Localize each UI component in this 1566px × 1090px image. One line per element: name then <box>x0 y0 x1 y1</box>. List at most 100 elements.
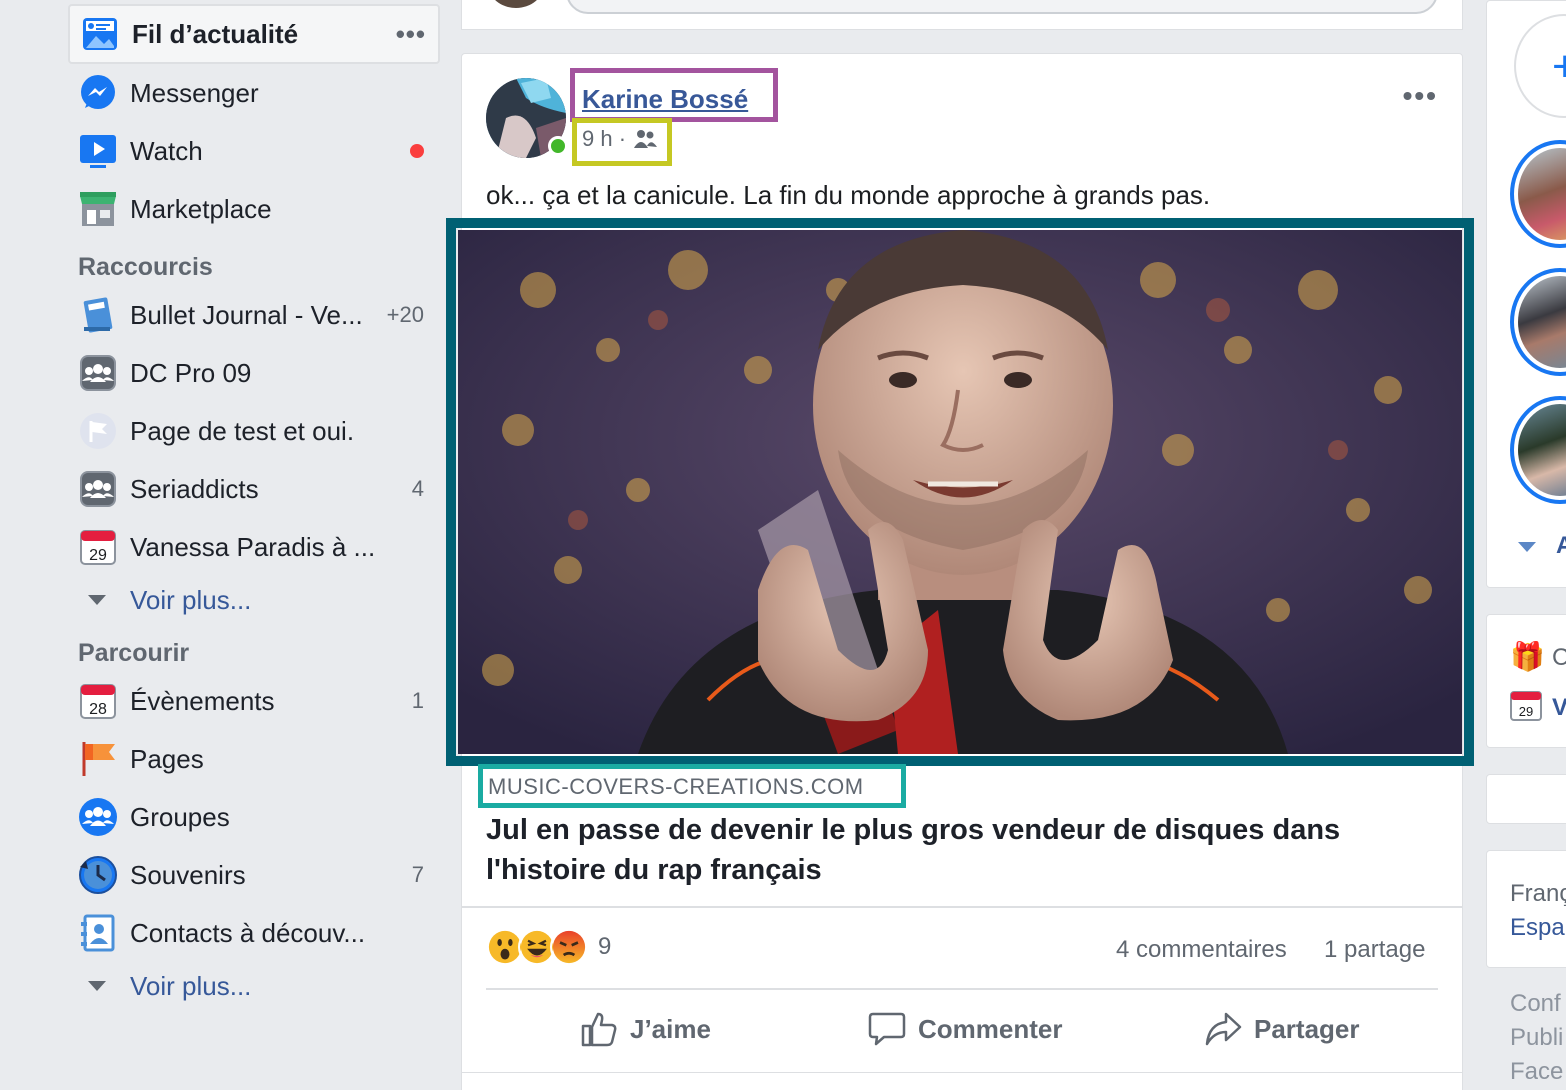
calendar-day: 29 <box>89 547 107 564</box>
gift-icon: 🎁 <box>1510 641 1545 672</box>
left-sidebar: Fil d’actualité ••• Messenger Watch Mark… <box>68 0 440 1010</box>
sidebar-item-shortcut[interactable]: 29 Vanessa Paradis à ... <box>68 518 440 576</box>
online-status-dot <box>548 136 568 156</box>
watch-icon <box>78 131 118 171</box>
sidebar-item-messenger[interactable]: Messenger <box>68 64 440 122</box>
groups-icon <box>78 797 118 837</box>
post-composer <box>461 0 1463 30</box>
sidebar-item-shortcut[interactable]: Page de test et oui. <box>68 402 440 460</box>
sidebar-item-label: Page de test et oui. <box>130 415 355 446</box>
more-options-icon[interactable]: ••• <box>396 19 426 50</box>
footer-text: Face <box>1510 1058 1564 1085</box>
marketplace-icon <box>78 189 118 229</box>
sidebar-item-marketplace[interactable]: Marketplace <box>68 180 440 238</box>
calendar-icon: 28 <box>78 681 118 721</box>
link-headline[interactable]: Jul en passe de devenir le plus gros ven… <box>486 810 1446 890</box>
item-count: 4 <box>411 476 424 501</box>
calendar-icon: 29 <box>1510 691 1542 721</box>
divider <box>462 906 1462 908</box>
footer-link[interactable]: Conf <box>1510 990 1561 1018</box>
sidebar-item-shortcut[interactable]: DC Pro 09 <box>68 344 440 402</box>
notebook-icon <box>78 295 118 335</box>
thumbs-up-icon <box>581 1012 617 1047</box>
calendar-icon: 29 <box>78 527 118 567</box>
language-link[interactable]: Espa <box>1510 914 1565 942</box>
notification-dot <box>410 144 424 158</box>
like-label: J’aime <box>630 1013 711 1044</box>
group-icon <box>78 469 118 509</box>
calendar-day: 29 <box>1519 704 1533 719</box>
sidebar-item-label: Pages <box>130 743 204 774</box>
chevron-down-icon <box>88 981 106 991</box>
sidebar-item-label: Marketplace <box>130 193 272 224</box>
sidebar-item-news-feed[interactable]: Fil d’actualité ••• <box>68 4 440 64</box>
angry-reaction-icon <box>550 928 588 966</box>
share-label: Partager <box>1254 1013 1360 1044</box>
see-more-browse-link[interactable]: Voir plus... <box>68 962 440 1010</box>
link-image-highlight-box <box>446 218 1474 766</box>
item-count: 7 <box>411 862 424 887</box>
see-more-label: Voir plus... <box>130 584 252 615</box>
plus-icon: + <box>1552 42 1566 91</box>
chevron-down-icon <box>88 595 106 605</box>
browse-heading: Parcourir <box>78 639 190 667</box>
sidebar-item-groups[interactable]: Groupes <box>68 788 440 846</box>
reaction-count: 9 <box>598 933 612 960</box>
see-all-stories-link[interactable]: A <box>1556 532 1566 560</box>
link-preview-image[interactable] <box>458 230 1462 754</box>
news-feed-icon <box>80 14 120 54</box>
like-button[interactable]: J’aime <box>580 1010 711 1048</box>
footer-link[interactable]: Publi <box>1510 1024 1563 1052</box>
right-panel-box <box>1486 774 1566 824</box>
see-more-label: Voir plus... <box>130 970 252 1001</box>
composer-input[interactable] <box>566 0 1438 14</box>
comment-button[interactable]: Commenter <box>868 1010 1062 1048</box>
messenger-icon <box>78 73 118 113</box>
languages-panel <box>1486 850 1566 968</box>
author-name-link[interactable]: Karine Bossé <box>582 84 748 115</box>
divider <box>486 988 1438 990</box>
flag-icon <box>78 411 118 451</box>
sidebar-item-label: Watch <box>130 135 203 166</box>
sidebar-item-label: Fil d’actualité <box>132 18 299 49</box>
comment-bubble-icon <box>868 1012 906 1046</box>
item-count: +20 <box>386 302 424 327</box>
sidebar-item-label: DC Pro 09 <box>130 357 252 388</box>
post-options-icon[interactable]: ••• <box>1403 80 1438 112</box>
event-link[interactable]: V <box>1552 694 1566 722</box>
sidebar-item-label: Messenger <box>130 77 259 108</box>
sidebar-item-label: Groupes <box>130 801 230 832</box>
sidebar-item-watch[interactable]: Watch <box>68 122 440 180</box>
pages-flag-icon <box>78 739 118 779</box>
contacts-icon <box>78 913 118 953</box>
chevron-down-icon[interactable] <box>1518 542 1536 552</box>
sidebar-item-pages[interactable]: Pages <box>68 730 440 788</box>
avatar[interactable] <box>488 0 544 8</box>
birthday-text: C <box>1552 644 1566 671</box>
next-post-card <box>461 1072 1463 1090</box>
current-language: Franç <box>1510 880 1566 907</box>
share-arrow-icon <box>1205 1012 1242 1046</box>
comments-count-link[interactable]: 4 commentaires <box>1116 936 1287 964</box>
comment-label: Commenter <box>918 1013 1063 1044</box>
sidebar-item-label: Vanessa Paradis à ... <box>130 531 376 562</box>
sidebar-item-memories[interactable]: Souvenirs 7 <box>68 846 440 904</box>
see-more-shortcuts-link[interactable]: Voir plus... <box>68 576 440 624</box>
sidebar-item-label: Souvenirs <box>130 859 246 890</box>
item-count: 1 <box>411 688 424 713</box>
link-domain[interactable]: MUSIC-COVERS-CREATIONS.COM <box>488 774 864 800</box>
sidebar-item-contacts[interactable]: Contacts à découv... <box>68 904 440 962</box>
reactions-summary[interactable]: 9 <box>486 928 611 966</box>
shortcuts-heading: Raccourcis <box>78 253 213 281</box>
birthdays-events-panel <box>1486 614 1566 748</box>
calendar-day: 28 <box>89 701 107 718</box>
shares-count-link[interactable]: 1 partage <box>1324 936 1425 964</box>
sidebar-item-shortcut[interactable]: Bullet Journal - Ve... +20 <box>68 286 440 344</box>
sidebar-item-events[interactable]: 28 Évènements 1 <box>68 672 440 730</box>
post-text: ok... ça et la canicule. La fin du monde… <box>486 180 1211 210</box>
sidebar-item-shortcut[interactable]: Seriaddicts 4 <box>68 460 440 518</box>
feed-post: Karine Bossé 9 h · ••• ok... ça et la ca… <box>446 53 1474 1090</box>
post-timestamp[interactable]: 9 h · <box>582 126 658 152</box>
share-button[interactable]: Partager <box>1204 1010 1360 1048</box>
memories-clock-icon <box>78 855 118 895</box>
